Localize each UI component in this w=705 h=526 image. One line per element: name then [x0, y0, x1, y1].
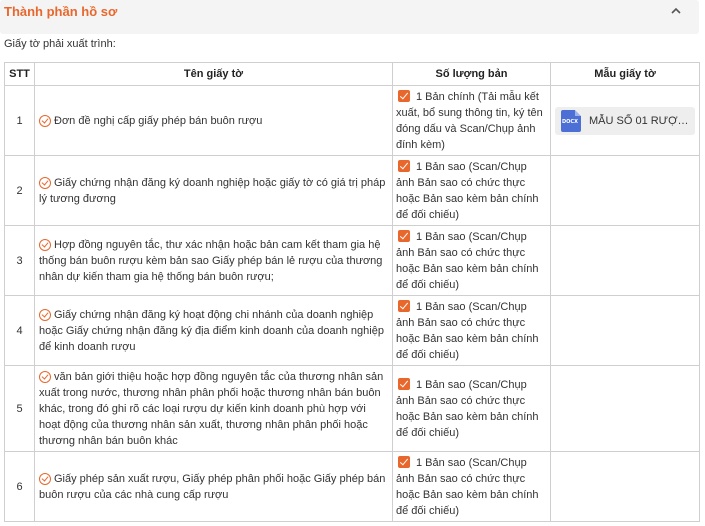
copies-cell: 1 Bản sao (Scan/Chụp ảnh Bản sao có chức… — [392, 225, 551, 296]
template-cell: DOCX MẪU SỐ 01 RƯỢU.do... — [550, 85, 700, 156]
copies-text: 1 Bản sao (Scan/Chụp ảnh Bản sao có chức… — [396, 378, 539, 439]
check-circle-icon — [39, 370, 51, 383]
copies-cell: 1 Bản sao (Scan/Chụp ảnh Bản sao có chức… — [392, 365, 551, 452]
row-stt: 6 — [4, 451, 35, 522]
table-header-row: STT Tên giấy tờ Số lượng bản Mẫu giấy tờ — [4, 62, 700, 86]
copies-text: 1 Bản sao (Scan/Chụp ảnh Bản sao có chức… — [396, 230, 539, 291]
table-row: 6 Giấy phép sản xuất rượu, Giấy phép phâ… — [4, 451, 700, 522]
document-name: Giấy chứng nhận đăng ký doanh nghiệp hoặ… — [39, 176, 386, 205]
header-stt: STT — [4, 62, 35, 86]
document-name-cell: văn bản giới thiệu hoặc hợp đồng nguyên … — [34, 365, 393, 452]
row-stt: 2 — [4, 155, 35, 226]
copies-cell: 1 Bản sao (Scan/Chụp ảnh Bản sao có chức… — [392, 295, 551, 366]
docx-file-icon: DOCX — [561, 109, 581, 132]
template-cell — [550, 155, 700, 226]
chevron-up-icon[interactable] — [669, 4, 683, 18]
document-name: Giấy phép sản xuất rượu, Giấy phép phân … — [39, 472, 386, 501]
document-name: Hợp đồng nguyên tắc, thư xác nhận hoặc b… — [39, 238, 383, 283]
row-stt: 1 — [4, 85, 35, 156]
document-name-cell: Hợp đồng nguyên tắc, thư xác nhận hoặc b… — [34, 225, 393, 296]
table-row: 5 văn bản giới thiệu hoặc hợp đồng nguyê… — [4, 365, 700, 452]
header-document-name: Tên giấy tờ — [34, 62, 393, 86]
table-row: 4 Giấy chứng nhận đăng ký hoạt động chi … — [4, 295, 700, 366]
copies-text: 1 Bản sao (Scan/Chụp ảnh Bản sao có chức… — [396, 300, 539, 361]
checkbox-checked-icon[interactable] — [398, 455, 410, 468]
document-name-cell: Giấy chứng nhận đăng ký doanh nghiệp hoặ… — [34, 155, 393, 226]
document-name-cell: Giấy chứng nhận đăng ký hoạt động chi nh… — [34, 295, 393, 366]
document-name: Đơn đề nghị cấp giấy phép bán buôn rượu — [54, 114, 263, 127]
checkbox-checked-icon[interactable] — [398, 159, 410, 172]
check-circle-icon — [39, 114, 51, 127]
section-header[interactable]: Thành phần hồ sơ — [0, 0, 699, 34]
check-circle-icon — [39, 176, 51, 189]
row-stt: 4 — [4, 295, 35, 366]
template-file-link[interactable]: DOCX MẪU SỐ 01 RƯỢU.do... — [555, 106, 695, 135]
document-name-cell: Đơn đề nghị cấp giấy phép bán buôn rượu — [34, 85, 393, 156]
row-stt: 5 — [4, 365, 35, 452]
check-circle-icon — [39, 238, 51, 251]
required-documents-label: Giấy tờ phải xuất trình: — [4, 38, 116, 50]
copies-cell: 1 Bản sao (Scan/Chụp ảnh Bản sao có chức… — [392, 155, 551, 226]
copies-text: 1 Bản sao (Scan/Chụp ảnh Bản sao có chức… — [396, 456, 539, 517]
header-template: Mẫu giấy tờ — [550, 62, 700, 86]
checkbox-checked-icon[interactable] — [398, 299, 410, 312]
copies-cell: 1 Bản chính (Tải mẫu kết xuất, bổ sung t… — [392, 85, 551, 156]
checkbox-checked-icon[interactable] — [398, 89, 410, 102]
documents-table: STT Tên giấy tờ Số lượng bản Mẫu giấy tờ… — [4, 62, 700, 522]
table-row: 1 Đơn đề nghị cấp giấy phép bán buôn rượ… — [4, 85, 700, 156]
row-stt: 3 — [4, 225, 35, 296]
document-name: Giấy chứng nhận đăng ký hoạt động chi nh… — [39, 308, 384, 353]
template-file-name: MẪU SỐ 01 RƯỢU.do... — [589, 114, 689, 127]
copies-cell: 1 Bản sao (Scan/Chụp ảnh Bản sao có chức… — [392, 451, 551, 522]
document-name: văn bản giới thiệu hoặc hợp đồng nguyên … — [39, 370, 384, 447]
checkbox-checked-icon[interactable] — [398, 377, 410, 390]
table-row: 3 Hợp đồng nguyên tắc, thư xác nhận hoặc… — [4, 225, 700, 296]
template-cell — [550, 225, 700, 296]
template-cell — [550, 451, 700, 522]
header-copies: Số lượng bản — [392, 62, 551, 86]
check-circle-icon — [39, 472, 51, 485]
template-cell — [550, 365, 700, 452]
table-row: 2 Giấy chứng nhận đăng ký doanh nghiệp h… — [4, 155, 700, 226]
template-cell — [550, 295, 700, 366]
check-circle-icon — [39, 308, 51, 321]
checkbox-checked-icon[interactable] — [398, 229, 410, 242]
copies-text: 1 Bản chính (Tải mẫu kết xuất, bổ sung t… — [396, 90, 543, 151]
section-title: Thành phần hồ sơ — [4, 4, 118, 19]
document-name-cell: Giấy phép sản xuất rượu, Giấy phép phân … — [34, 451, 393, 522]
copies-text: 1 Bản sao (Scan/Chụp ảnh Bản sao có chức… — [396, 160, 539, 221]
